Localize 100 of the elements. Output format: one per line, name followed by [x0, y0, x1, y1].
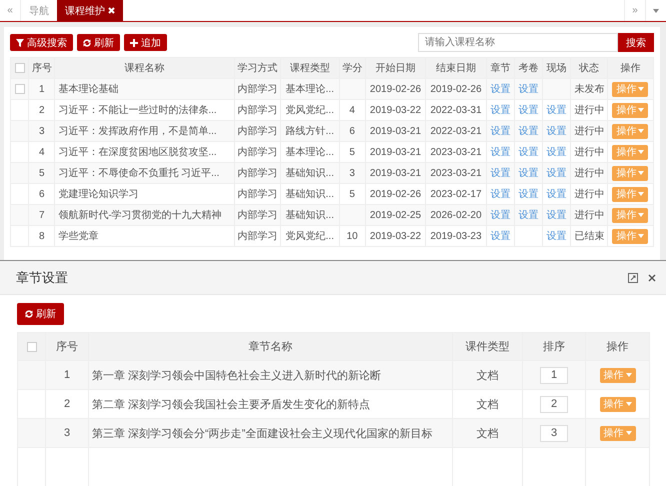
action-button[interactable]: 操作: [612, 102, 648, 118]
table-cell: 内部学习: [234, 120, 281, 142]
table-cell: 7: [28, 204, 55, 226]
table-cell: 基本理论...: [280, 78, 340, 100]
caret-icon: [638, 213, 644, 217]
scroll-right-button[interactable]: »: [624, 0, 645, 21]
table-cell: 进行中: [570, 120, 608, 142]
column-header: 状态: [570, 58, 608, 78]
caret-icon: [626, 431, 632, 435]
table-cell: 已结束: [570, 226, 608, 246]
table-cell: 5: [28, 162, 55, 184]
table-cell: 内部学习: [234, 226, 281, 246]
action-button[interactable]: 操作: [612, 124, 648, 138]
maximize-icon[interactable]: [628, 272, 638, 282]
tab[interactable]: 导航: [21, 0, 57, 21]
column-header: 课件类型: [452, 332, 522, 360]
table-cell: 2026-02-20: [426, 204, 486, 226]
toolbar-button[interactable]: 追加: [124, 34, 167, 51]
table-cell: 10: [339, 226, 366, 246]
refresh-icon: [83, 38, 91, 46]
tab[interactable]: 课程维护: [57, 0, 123, 21]
caret-icon: [638, 87, 644, 91]
table-cell: 内部学习: [234, 162, 281, 184]
column-header: 操作: [586, 332, 650, 360]
table-cell: 2019-03-22: [365, 226, 426, 246]
caret-icon: [626, 402, 632, 406]
column-header: 操作: [607, 58, 654, 78]
table-cell: 2022-03-21: [426, 120, 486, 142]
table-cell: 学些党章: [54, 226, 234, 246]
table-cell: 未发布: [570, 78, 608, 100]
scroll-left-button[interactable]: «: [0, 0, 21, 21]
action-button[interactable]: 操作: [612, 144, 648, 160]
table-cell: 8: [28, 226, 55, 246]
table-cell: 2023-03-21: [426, 162, 486, 184]
table-cell: 3: [28, 120, 55, 142]
table-cell: 2019-03-21: [365, 162, 426, 184]
plus-icon: [130, 38, 138, 46]
checkbox[interactable]: [26, 342, 36, 352]
dialog-title: 章节设置: [16, 268, 69, 286]
column-header: 现场: [542, 58, 571, 78]
column-header: 结束日期: [426, 58, 486, 78]
action-button[interactable]: 操作: [600, 368, 636, 382]
table-cell: 基础知识...: [280, 204, 340, 226]
filter-icon: [16, 38, 24, 46]
action-button[interactable]: 操作: [612, 82, 648, 96]
table-cell: 内部学习: [234, 204, 281, 226]
table-cell: 习近平：不辱使命不负重托 习近平...: [54, 162, 234, 184]
table-cell: 基础知识...: [280, 162, 340, 184]
search-button[interactable]: 搜索: [618, 33, 654, 52]
caret-icon: [638, 108, 644, 112]
table-cell: 进行中: [570, 162, 608, 184]
table-cell: 党风党纪...: [280, 226, 340, 246]
column-header: 章节: [486, 58, 514, 78]
table-cell: 内部学习: [234, 78, 281, 100]
toolbar-button[interactable]: 刷新: [77, 34, 120, 51]
table-cell: 1: [28, 78, 55, 100]
toolbar-button[interactable]: 高级搜索: [10, 34, 73, 51]
refresh-button[interactable]: 刷新: [17, 303, 64, 325]
caret-icon: [638, 171, 644, 175]
table-cell: 2019-03-21: [365, 120, 426, 142]
caret-icon: [626, 373, 632, 377]
close-icon[interactable]: [648, 274, 656, 282]
column-header: 学习方式: [234, 58, 281, 78]
search-field[interactable]: 请输入课程名称: [418, 33, 618, 52]
dropdown-caret-icon[interactable]: [653, 8, 659, 12]
table-cell: 3: [339, 162, 366, 184]
table-cell: 2019-02-26: [365, 78, 426, 100]
column-header: 序号: [46, 332, 88, 360]
action-button[interactable]: 操作: [600, 396, 636, 412]
table-cell: 习近平：发挥政府作用，不是简单...: [54, 120, 234, 142]
table-cell: 2019-02-25: [365, 204, 426, 226]
action-button[interactable]: 操作: [600, 426, 636, 440]
refresh-icon: [25, 310, 33, 318]
column-header: 课程类型: [280, 58, 340, 78]
checkbox[interactable]: [14, 62, 25, 73]
table-cell: 6: [339, 120, 366, 142]
caret-icon: [638, 150, 644, 154]
column-header: 章节名称: [88, 332, 452, 360]
order-field[interactable]: 1: [540, 366, 568, 384]
column-header: 学分: [339, 58, 366, 78]
action-button[interactable]: 操作: [612, 208, 648, 222]
table-cell: 2019-03-23: [426, 226, 486, 246]
order-field[interactable]: 3: [540, 424, 568, 442]
column-header: 序号: [28, 58, 55, 78]
table-cell: 进行中: [570, 204, 608, 226]
table-cell: 路线方针...: [280, 120, 340, 142]
action-button[interactable]: 操作: [612, 228, 648, 244]
table-cell: 2019-02-26: [426, 78, 486, 100]
column-header: 考卷: [514, 58, 543, 78]
table-cell: 基本理论基础: [54, 78, 234, 100]
column-header: 开始日期: [365, 58, 426, 78]
column-header: 课程名称: [54, 58, 234, 78]
action-button[interactable]: 操作: [612, 166, 648, 180]
order-field[interactable]: 2: [540, 396, 568, 412]
checkbox[interactable]: [14, 84, 25, 94]
column-header: 排序: [522, 332, 586, 360]
caret-icon: [638, 234, 644, 238]
table-cell: 领航新时代-学习贯彻党的十九大精神: [54, 204, 234, 226]
caret-icon: [638, 129, 644, 133]
action-button[interactable]: 操作: [612, 186, 648, 202]
